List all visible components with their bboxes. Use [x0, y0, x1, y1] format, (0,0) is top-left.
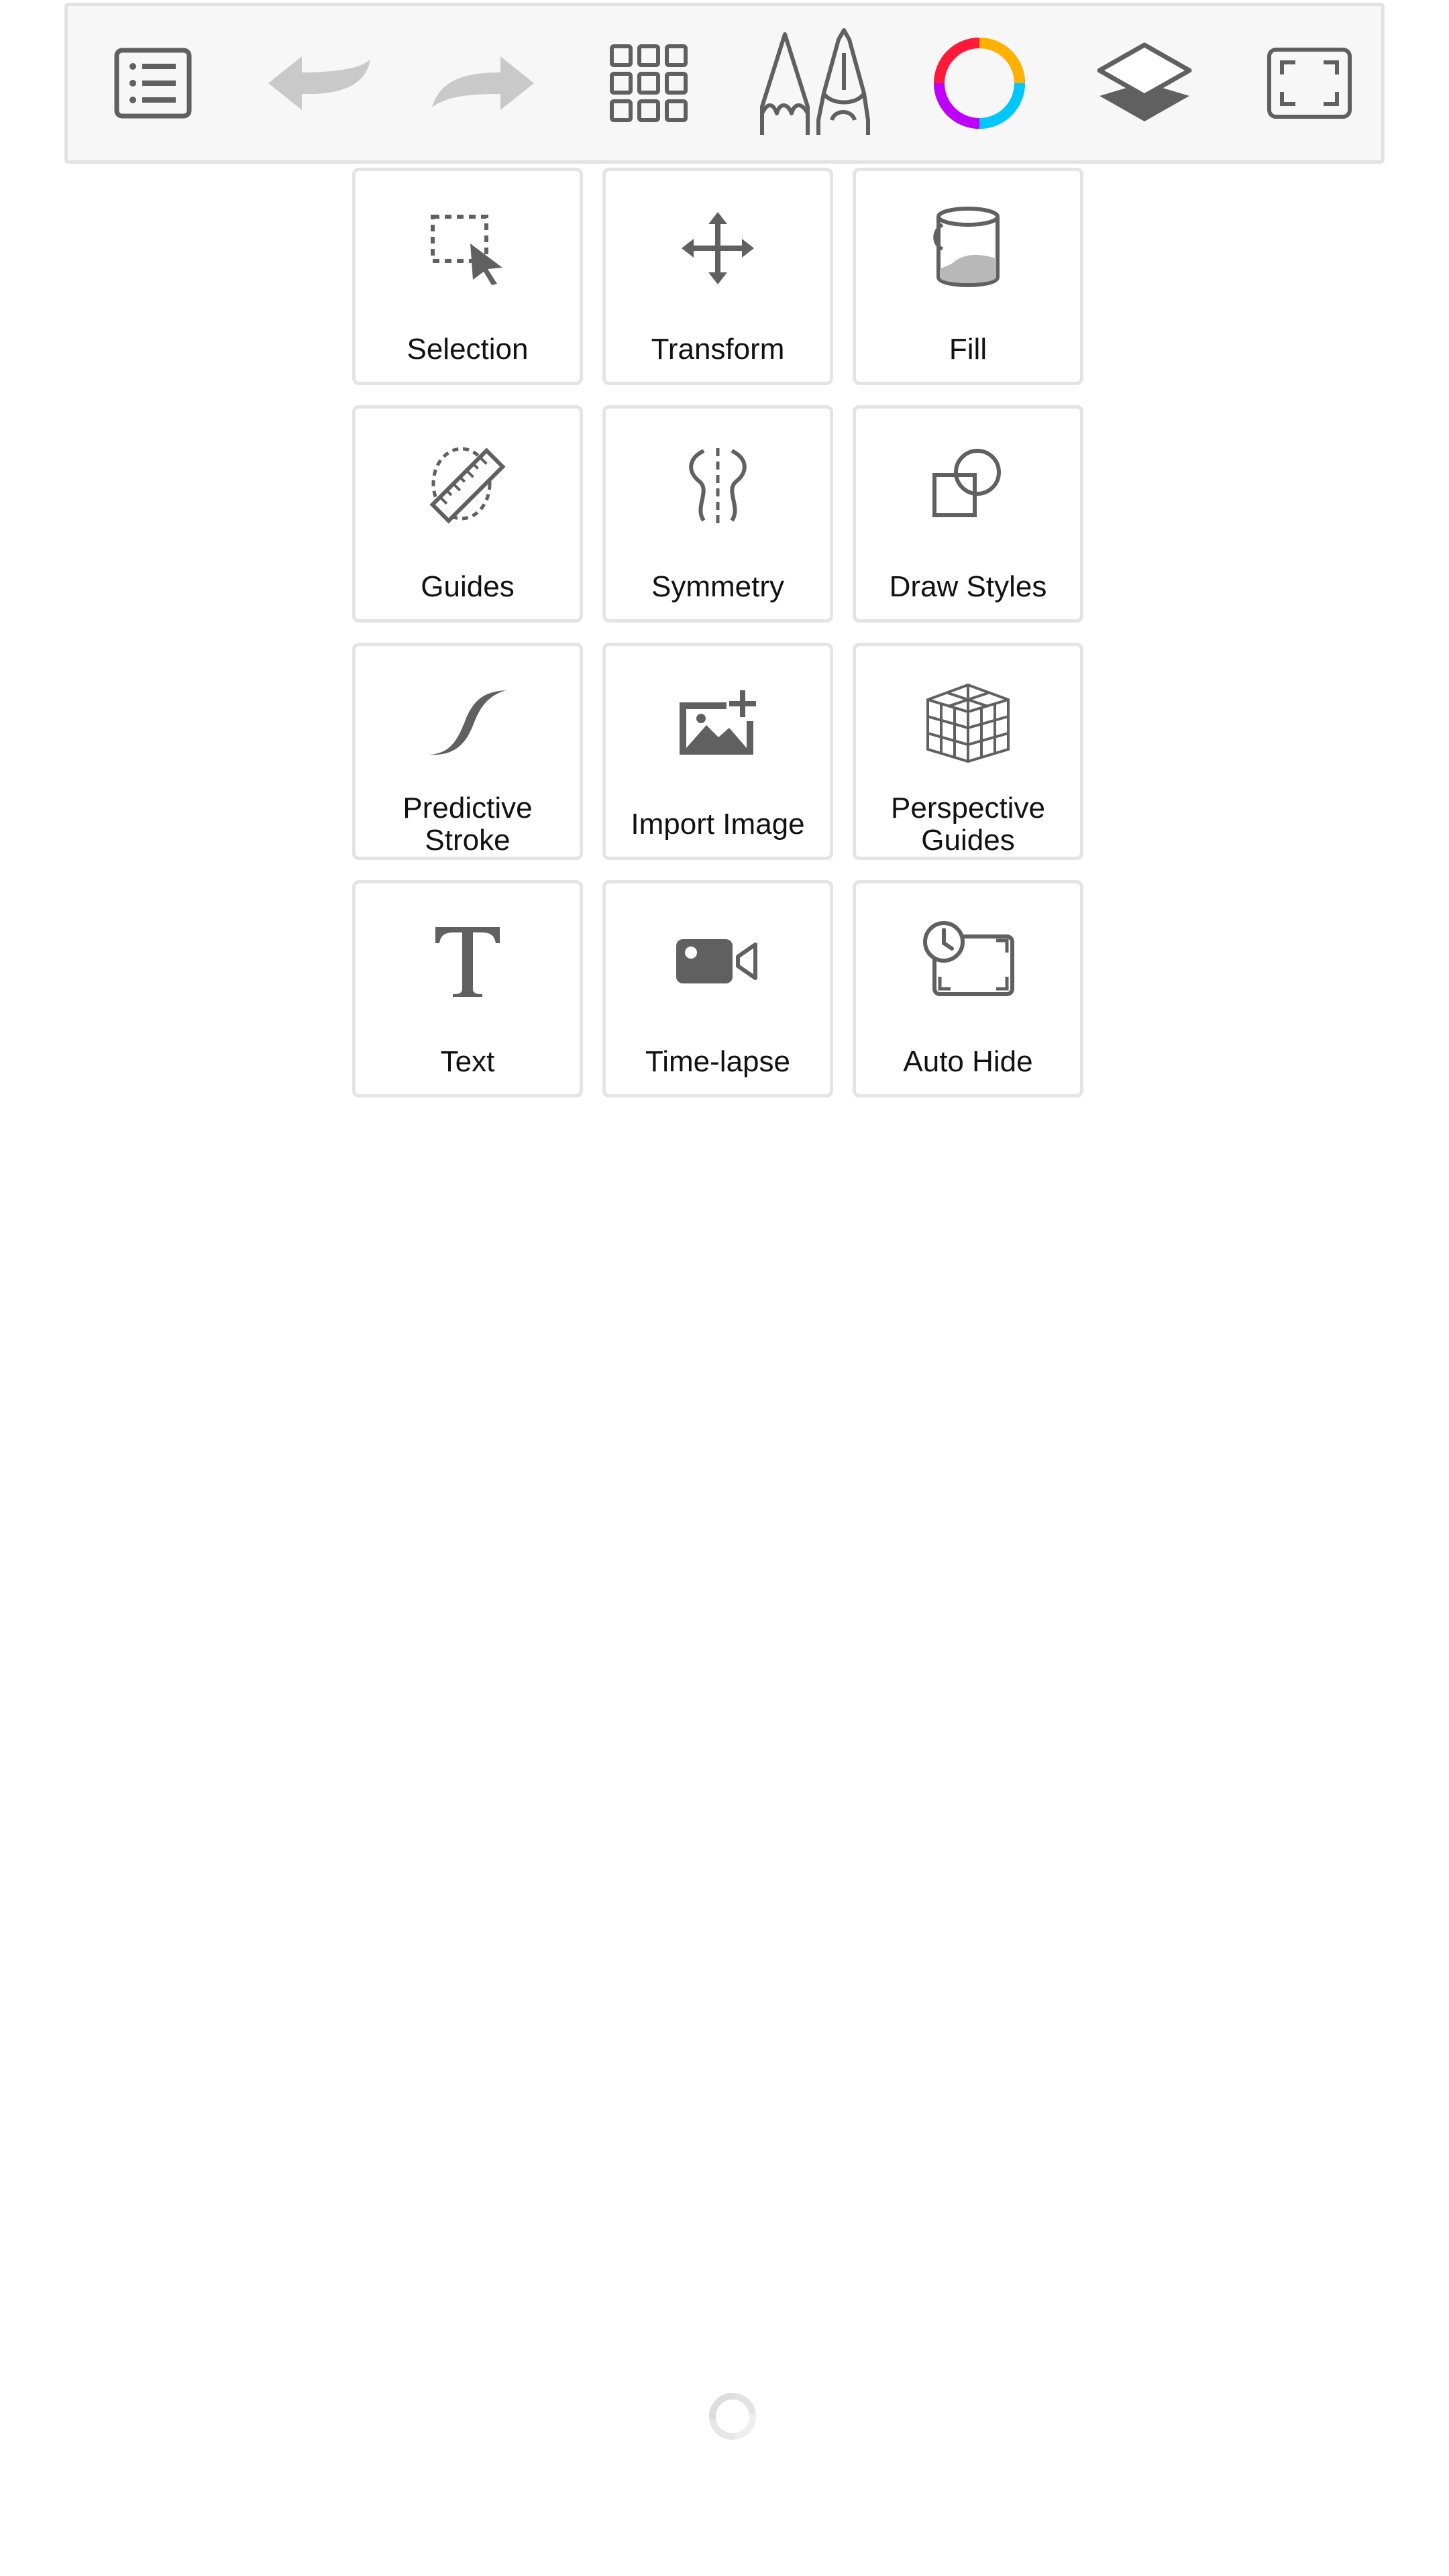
tool-label: Symmetry	[651, 570, 784, 603]
tool-guides[interactable]: Guides	[352, 405, 583, 623]
tool-label: Fill	[949, 333, 987, 366]
brushes-button[interactable]	[732, 6, 896, 160]
tool-fill[interactable]: Fill	[853, 168, 1083, 385]
menu-list-button[interactable]	[71, 6, 235, 160]
list-icon	[114, 48, 192, 119]
tool-time-lapse[interactable]: Time-lapse	[602, 880, 833, 1097]
perspective-grid-icon	[926, 683, 1010, 763]
auto-hide-clock-icon	[923, 921, 1014, 996]
text-t-icon	[435, 927, 500, 997]
tool-draw-styles[interactable]: Draw Styles	[853, 405, 1083, 623]
tools-grid-button[interactable]	[567, 6, 731, 160]
undo-button[interactable]	[237, 6, 400, 160]
color-button[interactable]	[898, 6, 1061, 160]
stroke-curve-icon	[429, 690, 506, 755]
tool-label: Auto Hide	[903, 1045, 1033, 1078]
tool-label: Perspective Guides	[891, 792, 1045, 857]
tool-import-image[interactable]: Import Image	[602, 643, 833, 860]
color-wheel-icon	[934, 38, 1025, 129]
symmetry-icon	[689, 448, 747, 523]
tool-label: Guides	[421, 570, 515, 603]
tool-label: Import Image	[631, 808, 805, 841]
fullscreen-button[interactable]	[1228, 6, 1391, 160]
top-toolbar	[64, 3, 1385, 164]
transform-move-icon	[682, 212, 754, 284]
tool-symmetry[interactable]: Symmetry	[602, 405, 833, 623]
layers-icon	[1097, 42, 1192, 121]
tool-selection[interactable]: Selection	[352, 168, 583, 385]
tool-predictive-stroke[interactable]: Predictive Stroke	[352, 643, 583, 860]
tool-label: Predictive Stroke	[402, 792, 533, 857]
tool-transform[interactable]: Transform	[602, 168, 833, 385]
layers-button[interactable]	[1063, 6, 1226, 160]
ruler-guide-icon	[429, 447, 506, 524]
fullscreen-icon	[1267, 48, 1352, 119]
loading-spinner-icon	[709, 2393, 756, 2440]
redo-button[interactable]	[402, 6, 566, 160]
tool-label: Text	[440, 1045, 495, 1078]
tool-auto-hide[interactable]: Auto Hide	[853, 880, 1083, 1097]
redo-arrow-icon	[432, 56, 534, 110]
tool-label: Draw Styles	[889, 570, 1047, 603]
tool-label: Selection	[407, 333, 529, 366]
video-camera-icon	[676, 939, 757, 983]
selection-icon	[431, 215, 502, 285]
grid-icon	[610, 44, 688, 122]
paint-bucket-icon	[933, 207, 1000, 287]
image-add-icon	[680, 690, 756, 755]
tool-label: Transform	[651, 333, 785, 366]
pencil-pen-icon	[760, 28, 870, 135]
tool-text[interactable]: Text	[352, 880, 583, 1097]
undo-arrow-icon	[268, 56, 370, 110]
tool-label: Time-lapse	[645, 1045, 790, 1078]
tool-perspective-guides[interactable]: Perspective Guides	[853, 643, 1083, 860]
shapes-icon	[932, 449, 1001, 517]
